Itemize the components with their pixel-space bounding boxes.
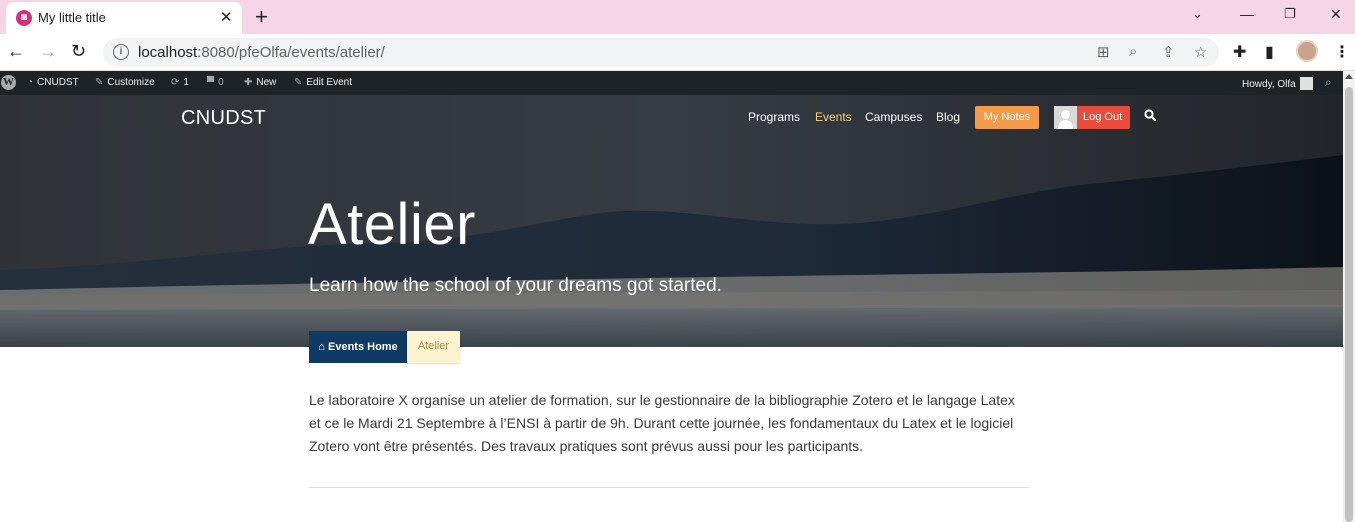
dashboard-icon: ◔ bbox=[27, 77, 34, 88]
nav-campuses[interactable]: Campuses bbox=[865, 110, 922, 124]
new-tab-icon[interactable]: + bbox=[255, 4, 268, 30]
pencil-icon: ✎ bbox=[294, 77, 303, 88]
howdy-text: Howdy, Olfa bbox=[1242, 79, 1296, 90]
events-home-label: Events Home bbox=[328, 341, 398, 353]
tab-search-chevron-icon[interactable]: ⌄ bbox=[1192, 6, 1203, 22]
forward-icon[interactable]: → bbox=[39, 41, 57, 62]
comment-icon: ▀ bbox=[207, 77, 215, 88]
admin-bar-customize[interactable]: ✎ Customize bbox=[95, 77, 155, 88]
updates-count: 1 bbox=[183, 77, 189, 88]
url-path: :8080/pfeOlfa/events/atelier/ bbox=[197, 44, 385, 61]
share-icon[interactable]: ⇪ bbox=[1162, 43, 1175, 61]
reload-icon[interactable]: ↻ bbox=[71, 41, 86, 62]
url-text[interactable]: localhost:8080/pfeOlfa/events/atelier/ bbox=[138, 44, 385, 61]
site-title[interactable]: CNUDST bbox=[181, 107, 266, 130]
minimize-icon[interactable]: — bbox=[1240, 6, 1254, 22]
admin-avatar bbox=[1299, 77, 1313, 90]
scroll-up-icon[interactable] bbox=[1345, 74, 1353, 79]
my-notes-button[interactable]: My Notes bbox=[975, 106, 1039, 129]
address-toolbar: ← → ↻ i localhost:8080/pfeOlfa/events/at… bbox=[0, 34, 1355, 71]
restore-icon[interactable]: ❐ bbox=[1284, 6, 1296, 22]
hero-background-image bbox=[0, 95, 1343, 347]
site-info-icon[interactable]: i bbox=[113, 44, 129, 60]
events-home-button[interactable]: ⌂ Events Home bbox=[309, 331, 407, 363]
plus-icon: ✚ bbox=[244, 77, 253, 88]
scrollbar-thumb[interactable] bbox=[1345, 87, 1353, 522]
admin-bar-site-label: CNUDST bbox=[37, 77, 79, 88]
address-field[interactable]: i localhost:8080/pfeOlfa/events/atelier/… bbox=[103, 38, 1219, 67]
admin-bar-site[interactable]: ◔ CNUDST bbox=[27, 77, 79, 88]
wordpress-logo-icon[interactable]: W bbox=[1, 75, 16, 90]
zoom-icon[interactable]: ⌕ bbox=[1129, 43, 1137, 60]
wp-admin-bar: W ◔ CNUDST ✎ Customize ⟳ 1 ▀ 0 ✚ New ✎ Edit Ev… bbox=[0, 71, 1355, 95]
admin-bar-new-label: New bbox=[256, 77, 277, 88]
back-icon[interactable]: ← bbox=[7, 41, 25, 62]
admin-search-icon[interactable]: ⌕ bbox=[1325, 75, 1332, 90]
hero-banner: CNUDST Programs Events Campuses Blog My … bbox=[0, 95, 1343, 347]
admin-bar-comments[interactable]: ▀ 0 bbox=[207, 77, 224, 88]
breadcrumb-current: Atelier bbox=[407, 331, 460, 363]
admin-bar-edit-label: Edit Event bbox=[306, 77, 352, 88]
nav-programs[interactable]: Programs bbox=[748, 110, 800, 124]
admin-bar-account[interactable]: Howdy, Olfa bbox=[1242, 77, 1313, 90]
updates-icon: ⟳ bbox=[171, 77, 180, 88]
content-divider bbox=[309, 487, 1029, 488]
page-scrollbar[interactable] bbox=[1343, 71, 1355, 522]
event-description: Le laboratoire X organise un atelier de … bbox=[309, 392, 1015, 454]
user-avatar bbox=[1054, 106, 1077, 129]
brush-icon: ✎ bbox=[95, 77, 104, 88]
search-icon[interactable] bbox=[1144, 109, 1156, 121]
page-title: Atelier bbox=[308, 192, 476, 257]
admin-bar-customize-label: Customize bbox=[107, 77, 155, 88]
tab-title: My little title bbox=[38, 10, 106, 25]
extensions-puzzle-icon[interactable]: ✚ bbox=[1233, 42, 1246, 62]
home-icon: ⌂ bbox=[318, 341, 325, 353]
side-panel-icon[interactable]: ▮ bbox=[1265, 42, 1274, 62]
log-out-label: Log Out bbox=[1083, 111, 1123, 123]
nav-blog[interactable]: Blog bbox=[936, 110, 960, 124]
close-tab-icon[interactable]: ✕ bbox=[220, 8, 233, 26]
nav-events[interactable]: Events bbox=[815, 110, 852, 124]
url-host: localhost bbox=[138, 44, 198, 61]
browser-tab-strip: ◙ My little title ✕ + ⌄ — ❐ ✕ bbox=[0, 0, 1355, 34]
app-favicon-icon: ◙ bbox=[16, 10, 32, 26]
admin-bar-edit[interactable]: ✎ Edit Event bbox=[294, 77, 352, 88]
comments-count: 0 bbox=[218, 77, 224, 88]
browser-tab[interactable]: ◙ My little title ✕ bbox=[6, 2, 242, 34]
admin-bar-new[interactable]: ✚ New bbox=[244, 77, 276, 88]
translate-icon[interactable]: ⊞ bbox=[1097, 43, 1110, 61]
browser-menu-icon[interactable]: ⋮ bbox=[1334, 42, 1350, 62]
profile-avatar[interactable] bbox=[1296, 40, 1318, 62]
bookmark-star-icon[interactable]: ☆ bbox=[1194, 43, 1207, 61]
admin-bar-updates[interactable]: ⟳ 1 bbox=[171, 77, 189, 88]
log-out-button[interactable]: Log Out bbox=[1054, 106, 1130, 129]
page-subtitle: Learn how the school of your dreams got … bbox=[309, 275, 722, 296]
window-close-icon[interactable]: ✕ bbox=[1330, 6, 1342, 23]
